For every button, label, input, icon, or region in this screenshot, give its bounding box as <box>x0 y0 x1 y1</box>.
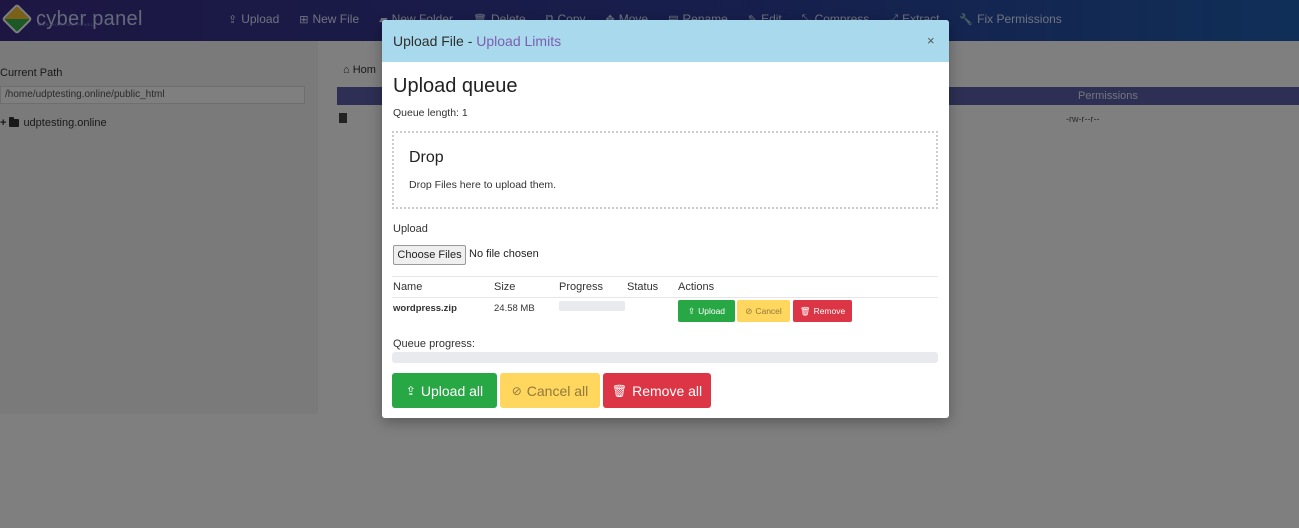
col-header-name: Name <box>393 281 423 293</box>
trash-icon: 🗑 <box>799 305 811 316</box>
modal-header: Upload File - Upload Limits × <box>382 20 949 62</box>
table-divider <box>392 276 938 277</box>
upload-icon: ⇪ <box>687 305 696 316</box>
file-size: 24.58 MB <box>494 303 535 314</box>
cancel-button[interactable]: ⊘ Cancel <box>737 300 790 322</box>
drop-text: Drop Files here to upload them. <box>409 179 557 191</box>
queue-length: Queue length: 1 <box>393 107 468 119</box>
upload-queue-heading: Upload queue <box>393 75 518 97</box>
choose-files-button[interactable]: Choose Files <box>393 245 466 265</box>
file-progress-bar <box>559 301 625 311</box>
upload-button[interactable]: ⇪ Upload <box>678 300 735 322</box>
close-icon[interactable]: × <box>927 33 935 48</box>
col-header-status: Status <box>627 281 659 293</box>
remove-button[interactable]: 🗑 Remove <box>793 300 852 322</box>
queue-progress-bar <box>392 352 938 363</box>
col-header-progress: Progress <box>559 281 604 293</box>
remove-all-button[interactable]: 🗑 Remove all <box>603 373 711 408</box>
drop-title: Drop <box>409 149 444 166</box>
no-file-chosen: No file chosen <box>469 248 539 260</box>
col-header-actions: Actions <box>678 281 715 293</box>
drop-zone[interactable]: Drop Drop Files here to upload them. <box>392 131 938 209</box>
trash-icon: 🗑 <box>611 383 628 398</box>
upload-label: Upload <box>393 223 428 235</box>
ban-icon: ⊘ <box>511 383 522 398</box>
cancel-all-button[interactable]: ⊘ Cancel all <box>500 373 600 408</box>
upload-icon: ⇪ <box>405 383 416 398</box>
col-header-size: Size <box>494 281 516 293</box>
upload-limits-link[interactable]: Upload Limits <box>476 33 561 49</box>
modal-title: Upload File - Upload Limits <box>393 33 561 49</box>
file-name: wordpress.zip <box>393 303 457 314</box>
upload-modal: Upload File - Upload Limits × Upload que… <box>382 20 949 418</box>
queue-progress-label: Queue progress: <box>393 338 475 350</box>
modal-title-text: Upload File - <box>393 33 477 49</box>
table-divider <box>392 297 938 298</box>
upload-all-button[interactable]: ⇪ Upload all <box>392 373 497 408</box>
ban-icon: ⊘ <box>745 305 753 316</box>
